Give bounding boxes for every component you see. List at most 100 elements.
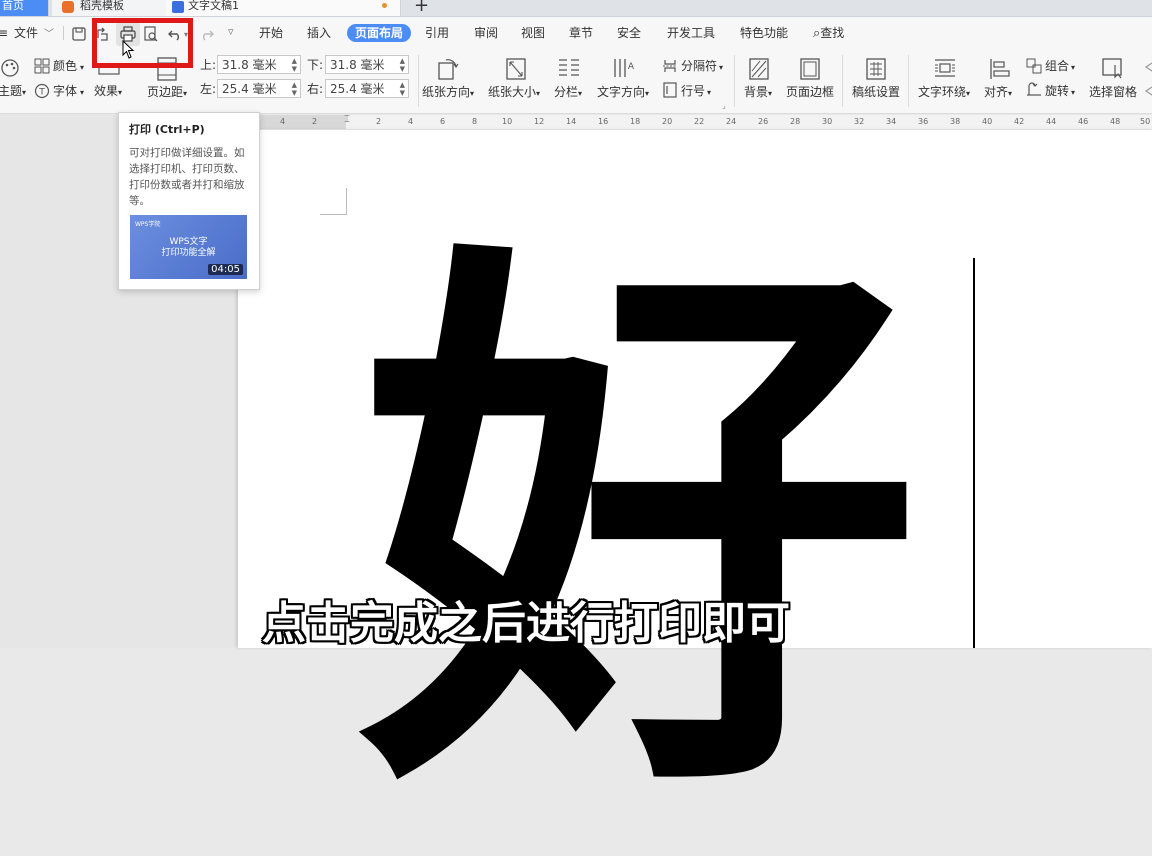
left-margin-input[interactable]: 25.4 毫米 ▲ ▼ bbox=[217, 79, 301, 98]
bottom-margin-input[interactable]: 31.8 毫米 ▲ ▼ bbox=[325, 55, 409, 74]
dropdown-arrow-icon: ▾ bbox=[578, 89, 583, 98]
ruler-tick: 12 bbox=[534, 117, 545, 126]
theme-label: 主题 bbox=[0, 84, 23, 98]
tab-references[interactable]: 引用 bbox=[425, 24, 449, 42]
color-grid-icon bbox=[34, 58, 50, 74]
text-direction-button[interactable]: 文字方向▾ bbox=[597, 85, 649, 101]
margins-button[interactable]: 页边距▾ bbox=[147, 85, 187, 101]
video-title-line1: WPS文字 bbox=[169, 237, 208, 247]
rotate-button[interactable]: 旋转 ▾ bbox=[1045, 84, 1075, 100]
tab-home-menu[interactable]: 开始 bbox=[259, 24, 283, 42]
line-numbers-button[interactable]: 行号 ▾ bbox=[681, 84, 711, 100]
text-wrap-icon bbox=[935, 59, 955, 77]
ruler-tick: 30 bbox=[822, 117, 833, 126]
bottom-margin-label: 下: bbox=[307, 58, 324, 72]
ruler-tick: 16 bbox=[598, 117, 609, 126]
selection-pane-button[interactable]: 选择窗格 bbox=[1089, 85, 1137, 99]
tab-chapter[interactable]: 章节 bbox=[569, 24, 593, 42]
ruler-tick: 34 bbox=[886, 117, 897, 126]
effect-button[interactable]: 效果▾ bbox=[94, 84, 122, 100]
breaks-button[interactable]: 分隔符 ▾ bbox=[681, 59, 723, 75]
paper-orientation-icon bbox=[438, 59, 459, 80]
tab-insert[interactable]: 插入 bbox=[307, 24, 331, 42]
document-text-char[interactable]: 好 bbox=[360, 250, 920, 810]
spin-arrows-icon[interactable]: ▲ ▼ bbox=[400, 81, 405, 97]
align-button[interactable]: 对齐▾ bbox=[984, 85, 1012, 101]
background-button[interactable]: 背景▾ bbox=[744, 85, 772, 101]
group-icon bbox=[1026, 58, 1042, 74]
tab-docer-label: 稻壳模板 bbox=[80, 0, 124, 12]
tab-review[interactable]: 审阅 bbox=[474, 24, 498, 42]
vertical-line bbox=[973, 258, 975, 648]
paper-size-button[interactable]: 纸张大小▾ bbox=[488, 85, 540, 101]
ruler-tick: 2 bbox=[312, 117, 318, 126]
font-button[interactable]: 字体 ▾ bbox=[53, 84, 84, 100]
dropdown-arrow-icon: ▾ bbox=[707, 88, 712, 97]
orientation-button[interactable]: 纸张方向▾ bbox=[422, 85, 474, 101]
ruler-ticks: 4 2 ⌶ 2 4 6 8 10 12 14 16 18 20 22 24 26… bbox=[258, 115, 1152, 129]
dropdown-arrow-icon: ▾ bbox=[470, 89, 475, 98]
text-wrap-button[interactable]: 文字环绕▾ bbox=[918, 85, 970, 101]
divider bbox=[842, 55, 843, 107]
align-label: 对齐 bbox=[984, 85, 1009, 99]
dropdown-arrow-icon: ▾ bbox=[118, 88, 123, 97]
ruler-tick: 38 bbox=[950, 117, 961, 126]
tab-document-label: 文字文稿1 bbox=[188, 0, 239, 12]
customize-toolbar-icon[interactable]: ▿ bbox=[228, 25, 234, 38]
divider bbox=[734, 55, 735, 107]
tab-document[interactable]: 文字文稿1 bbox=[166, 0, 401, 16]
breaks-label: 分隔符 bbox=[681, 59, 718, 73]
new-tab-button[interactable]: + bbox=[414, 0, 429, 15]
manuscript-icon bbox=[866, 58, 886, 80]
ruler-tick: 40 bbox=[982, 117, 993, 126]
page-border-button[interactable]: 页面边框 bbox=[786, 85, 834, 99]
tab-page-layout[interactable]: 页面布局 bbox=[347, 24, 412, 42]
ruler-tick: 26 bbox=[758, 117, 769, 126]
right-margin-value: 25.4 毫米 bbox=[330, 82, 385, 96]
dropdown-arrow-icon: ▾ bbox=[719, 63, 724, 72]
redo-icon[interactable] bbox=[198, 25, 216, 43]
search-command[interactable]: ⌕查找 bbox=[813, 24, 844, 42]
color-button[interactable]: 颜色 ▾ bbox=[53, 59, 84, 75]
tab-special-features[interactable]: 特色功能 bbox=[740, 24, 788, 42]
divider bbox=[908, 55, 909, 107]
text-wrap-label: 文字环绕 bbox=[918, 85, 967, 99]
spin-arrows-icon[interactable]: ▲ ▼ bbox=[292, 81, 297, 97]
file-menu[interactable]: 文件 ﹀ bbox=[14, 24, 54, 42]
ruler-tick: 36 bbox=[918, 117, 929, 126]
rotate-label: 旋转 bbox=[1045, 84, 1070, 98]
effect-label: 效果 bbox=[94, 84, 119, 98]
mouse-cursor-icon bbox=[122, 40, 135, 59]
dropdown-arrow-icon: ▾ bbox=[183, 89, 188, 98]
group-button[interactable]: 组合 ▾ bbox=[1045, 59, 1075, 75]
dropdown-arrow-icon: ▾ bbox=[80, 63, 85, 72]
indent-marker-icon[interactable]: ⌶ bbox=[344, 115, 350, 125]
tab-view[interactable]: 视图 bbox=[521, 24, 545, 42]
tutorial-video-thumbnail[interactable]: WPS学院 WPS文字 打印功能全解 04:05 bbox=[130, 215, 247, 279]
right-margin-input[interactable]: 25.4 毫米 ▲ ▼ bbox=[325, 79, 409, 98]
theme-button[interactable]: 主题▾ bbox=[0, 84, 26, 100]
color-label: 颜色 bbox=[53, 59, 78, 73]
margins-label: 页边距 bbox=[147, 85, 184, 99]
spin-arrows-icon[interactable]: ▲ ▼ bbox=[292, 57, 297, 73]
print-tooltip: 打印 (Ctrl+P) 可对打印做详细设置。如选择打印机、打印页数、打印份数或者… bbox=[118, 112, 260, 290]
top-margin-label: 上: bbox=[200, 58, 217, 72]
dialog-launcher-icon[interactable]: ⌟ bbox=[722, 101, 726, 110]
dropdown-arrow-icon: ▾ bbox=[1008, 89, 1013, 98]
save-icon[interactable] bbox=[70, 25, 88, 43]
top-margin-input[interactable]: 31.8 毫米 ▲ ▼ bbox=[217, 55, 301, 74]
tab-developer[interactable]: 开发工具 bbox=[667, 24, 715, 42]
svg-text:T: T bbox=[38, 88, 45, 98]
ruler-tick: 44 bbox=[1046, 117, 1057, 126]
search-label: 查找 bbox=[820, 26, 845, 40]
ruler-tick: 8 bbox=[472, 117, 478, 126]
spin-arrows-icon[interactable]: ▲ ▼ bbox=[400, 57, 405, 73]
menu-hamburger-icon[interactable]: ≡ bbox=[0, 24, 8, 42]
chevron-down-icon: ﹀ bbox=[44, 29, 55, 40]
columns-button[interactable]: 分栏▾ bbox=[554, 85, 582, 101]
video-caption: 点击完成之后进行打印即可 bbox=[262, 598, 790, 649]
tab-security[interactable]: 安全 bbox=[617, 24, 641, 42]
more-tools-icon[interactable] bbox=[1142, 59, 1152, 99]
manuscript-button[interactable]: 稿纸设置 bbox=[852, 85, 900, 99]
tab-home[interactable]: 首页 bbox=[0, 0, 49, 16]
